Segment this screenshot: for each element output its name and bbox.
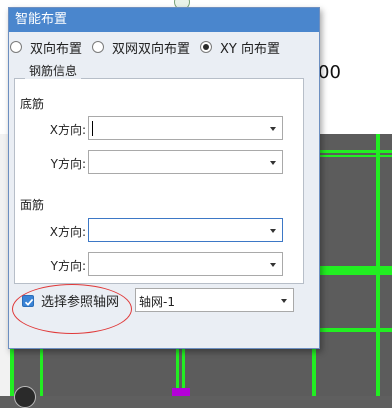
top-y-combo[interactable] xyxy=(88,252,283,276)
radio-bidirectional[interactable]: 双向布置 xyxy=(10,38,82,57)
axis-bubble-icon xyxy=(14,386,36,408)
top-x-label: X方向: xyxy=(49,225,86,239)
radio-label: 双向布置 xyxy=(30,41,83,57)
chevron-down-icon[interactable] xyxy=(270,263,276,267)
dialog-titlebar[interactable]: 智能布置 xyxy=(9,8,319,32)
dialog-title: 智能布置 xyxy=(15,12,68,27)
bottom-y-combo[interactable] xyxy=(88,150,283,174)
text-caret xyxy=(92,121,93,136)
dimension-text: 00 xyxy=(318,62,341,83)
bottom-y-label: Y方向: xyxy=(50,157,86,171)
chevron-down-icon[interactable] xyxy=(270,161,276,165)
top-rebar-title: 面筋 xyxy=(20,198,45,212)
bottom-x-combo[interactable] xyxy=(88,116,283,140)
combo-value: 轴网-1 xyxy=(139,295,175,309)
radio-label: 双网双向布置 xyxy=(112,41,191,57)
radio-selected-icon[interactable] xyxy=(200,41,213,53)
radio-label: XY 向布置 xyxy=(220,41,281,57)
radio-xy-direction[interactable]: XY 向布置 xyxy=(200,38,280,57)
radio-circle-icon[interactable] xyxy=(92,41,105,53)
grid-line xyxy=(318,155,392,157)
grid-line xyxy=(376,134,380,396)
chevron-down-icon[interactable] xyxy=(270,127,276,131)
chevron-down-icon[interactable] xyxy=(270,229,276,233)
annotation-ellipse xyxy=(12,284,132,334)
top-y-label: Y方向: xyxy=(50,259,86,273)
selected-marker xyxy=(172,388,190,396)
bottom-rebar-title: 底筋 xyxy=(20,97,45,111)
radio-double-mesh[interactable]: 双网双向布置 xyxy=(92,38,190,57)
radio-circle-icon[interactable] xyxy=(10,41,22,53)
top-x-combo[interactable] xyxy=(88,218,283,242)
layout-mode-group: 双向布置 双网双向布置 XY 向布置 xyxy=(10,38,290,57)
chevron-down-icon[interactable] xyxy=(281,299,287,303)
group-title: 钢筋信息 xyxy=(25,62,82,79)
grid-line xyxy=(318,150,392,153)
grid-line xyxy=(318,266,392,275)
reference-grid-combo[interactable]: 轴网-1 xyxy=(135,288,294,312)
bottom-x-label: X方向: xyxy=(49,123,86,137)
